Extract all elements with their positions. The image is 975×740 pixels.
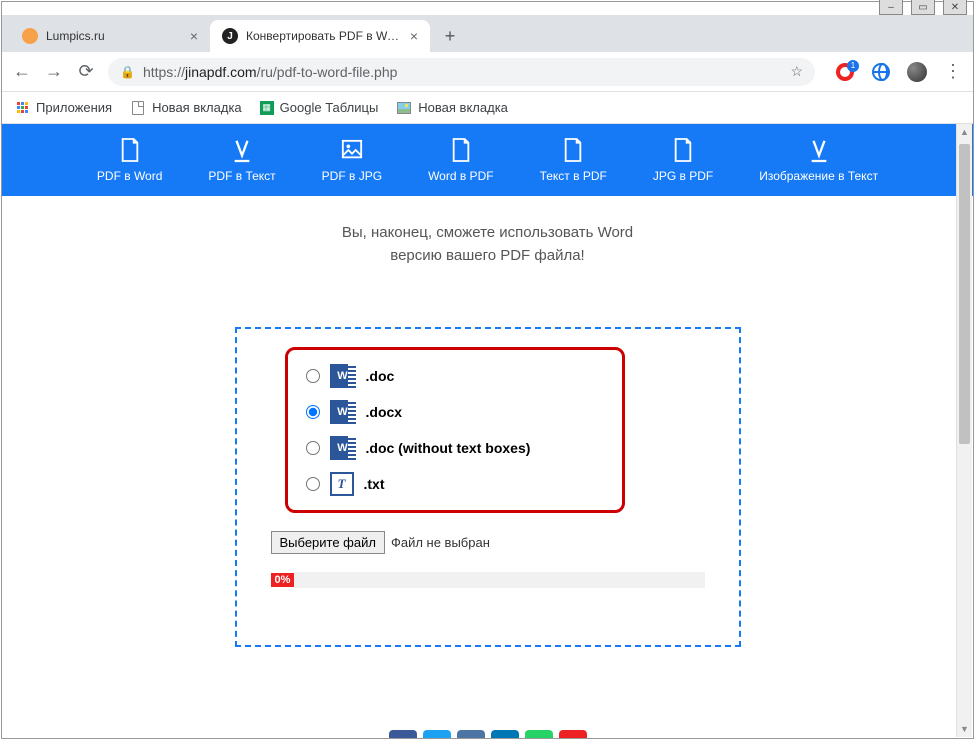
scroll-down-arrow-icon[interactable]: ▼	[957, 721, 972, 737]
tool-pdf-to-jpg[interactable]: PDF в JPG	[322, 137, 382, 183]
bookmark-label: Приложения	[36, 100, 112, 115]
bookmark-newtab-2[interactable]: Новая вкладка	[396, 100, 508, 116]
social-icon[interactable]	[457, 730, 485, 738]
social-icon[interactable]	[525, 730, 553, 738]
radio-txt[interactable]	[306, 477, 320, 491]
address-bar[interactable]: 🔒 https://jinapdf.com/ru/pdf-to-word-fil…	[108, 58, 815, 86]
url-scheme: https://jinapdf.com/ru/pdf-to-word-file.…	[143, 64, 397, 80]
word-icon: W	[330, 400, 356, 424]
tab-favicon-icon: J	[222, 28, 238, 44]
browser-window: – ▭ ✕ Lumpics.ru × J Конвертировать PDF …	[1, 1, 974, 739]
bookmark-label: Google Таблицы	[280, 100, 379, 115]
option-doc[interactable]: W .doc	[306, 364, 604, 388]
opera-extension-icon[interactable]: 1	[835, 62, 855, 82]
option-label: .txt	[364, 476, 385, 492]
window-titlebar: – ▭ ✕	[2, 2, 973, 16]
word-icon: W	[330, 364, 356, 388]
tab-strip: Lumpics.ru × J Конвертировать PDF в Word…	[2, 16, 973, 52]
social-share-bar	[2, 730, 973, 738]
radio-doc-notextbox[interactable]	[306, 441, 320, 455]
page-content: PDF в Word PDF в Текст PDF в JPG Word в …	[2, 124, 973, 738]
txt-icon: T	[330, 472, 354, 496]
tool-pdf-to-text[interactable]: PDF в Текст	[208, 137, 275, 183]
file-input-row: Выберите файл Файл не выбран	[271, 531, 721, 554]
apps-icon	[14, 100, 30, 116]
file-dropzone[interactable]: W .doc W .docx W .doc (without text boxe…	[235, 327, 741, 647]
social-icon[interactable]	[423, 730, 451, 738]
window-maximize-button[interactable]: ▭	[911, 0, 935, 15]
word-icon: W	[330, 436, 356, 460]
image-icon	[396, 100, 412, 116]
scroll-up-arrow-icon[interactable]: ▲	[957, 124, 972, 140]
social-icon[interactable]	[559, 730, 587, 738]
option-label: .doc (without text boxes)	[366, 440, 531, 456]
tool-jpg-to-pdf[interactable]: JPG в PDF	[653, 137, 713, 183]
tool-label: Текст в PDF	[540, 169, 607, 183]
tool-label: PDF в JPG	[322, 169, 382, 183]
bookmark-star-icon[interactable]: ☆	[790, 63, 803, 80]
browser-toolbar: ← → ⟳ 🔒 https://jinapdf.com/ru/pdf-to-wo…	[2, 52, 973, 92]
radio-docx[interactable]	[306, 405, 320, 419]
translate-extension-icon[interactable]	[871, 62, 891, 82]
tab-lumpics[interactable]: Lumpics.ru ×	[10, 20, 210, 52]
browser-menu-icon[interactable]: ⋮	[943, 62, 963, 82]
text-underline-icon	[808, 137, 830, 163]
document-icon	[562, 137, 584, 163]
bookmark-label: Новая вкладка	[418, 100, 508, 115]
page-subtitle: Вы, наконец, сможете использовать Word в…	[2, 222, 973, 267]
back-button[interactable]: ←	[12, 61, 32, 82]
tab-close-icon[interactable]: ×	[410, 28, 418, 44]
tool-label: Изображение в Текст	[759, 169, 878, 183]
progress-row: 0%	[271, 572, 721, 588]
tool-label: PDF в Word	[97, 169, 163, 183]
tab-close-icon[interactable]: ×	[190, 28, 198, 44]
progress-percent-badge: 0%	[271, 573, 295, 587]
profile-avatar-icon[interactable]	[907, 62, 927, 82]
option-label: .doc	[366, 368, 395, 384]
document-icon	[450, 137, 472, 163]
option-label: .docx	[366, 404, 403, 420]
social-icon[interactable]	[389, 730, 417, 738]
lock-icon: 🔒	[120, 65, 135, 79]
document-icon	[672, 137, 694, 163]
tool-word-to-pdf[interactable]: Word в PDF	[428, 137, 494, 183]
format-options-box: W .doc W .docx W .doc (without text boxe…	[285, 347, 625, 513]
tools-navbar: PDF в Word PDF в Текст PDF в JPG Word в …	[2, 124, 973, 196]
tool-pdf-to-word[interactable]: PDF в Word	[97, 137, 163, 183]
text-underline-icon	[231, 137, 253, 163]
window-minimize-button[interactable]: –	[879, 0, 903, 15]
bookmark-label: Новая вкладка	[152, 100, 242, 115]
choose-file-button[interactable]: Выберите файл	[271, 531, 385, 554]
document-icon	[119, 137, 141, 163]
tool-text-to-pdf[interactable]: Текст в PDF	[540, 137, 607, 183]
vertical-scrollbar[interactable]: ▲ ▼	[956, 124, 972, 737]
bookmark-newtab-1[interactable]: Новая вкладка	[130, 100, 242, 116]
radio-doc[interactable]	[306, 369, 320, 383]
tab-jinapdf[interactable]: J Конвертировать PDF в Word - P ×	[210, 20, 430, 52]
image-icon	[341, 137, 363, 163]
reload-button[interactable]: ⟳	[76, 61, 96, 82]
page-icon	[130, 100, 146, 116]
bookmark-apps[interactable]: Приложения	[14, 100, 112, 116]
scroll-thumb[interactable]	[959, 144, 970, 444]
option-docx[interactable]: W .docx	[306, 400, 604, 424]
social-icon[interactable]	[491, 730, 519, 738]
new-tab-button[interactable]: +	[436, 22, 464, 50]
sheets-icon: ▦	[260, 101, 274, 115]
tab-title: Конвертировать PDF в Word - P	[246, 29, 402, 43]
bookmarks-bar: Приложения Новая вкладка ▦ Google Таблиц…	[2, 92, 973, 124]
file-status-text: Файл не выбран	[391, 535, 490, 550]
tool-label: PDF в Текст	[208, 169, 275, 183]
forward-button[interactable]: →	[44, 61, 64, 82]
tool-label: Word в PDF	[428, 169, 494, 183]
window-close-button[interactable]: ✕	[943, 0, 967, 15]
bookmark-sheets[interactable]: ▦ Google Таблицы	[260, 100, 379, 115]
option-txt[interactable]: T .txt	[306, 472, 604, 496]
tab-title: Lumpics.ru	[46, 29, 182, 43]
progress-bar	[294, 572, 704, 588]
tool-label: JPG в PDF	[653, 169, 713, 183]
tab-favicon-icon	[22, 28, 38, 44]
option-doc-notextbox[interactable]: W .doc (without text boxes)	[306, 436, 604, 460]
tool-image-to-text[interactable]: Изображение в Текст	[759, 137, 878, 183]
